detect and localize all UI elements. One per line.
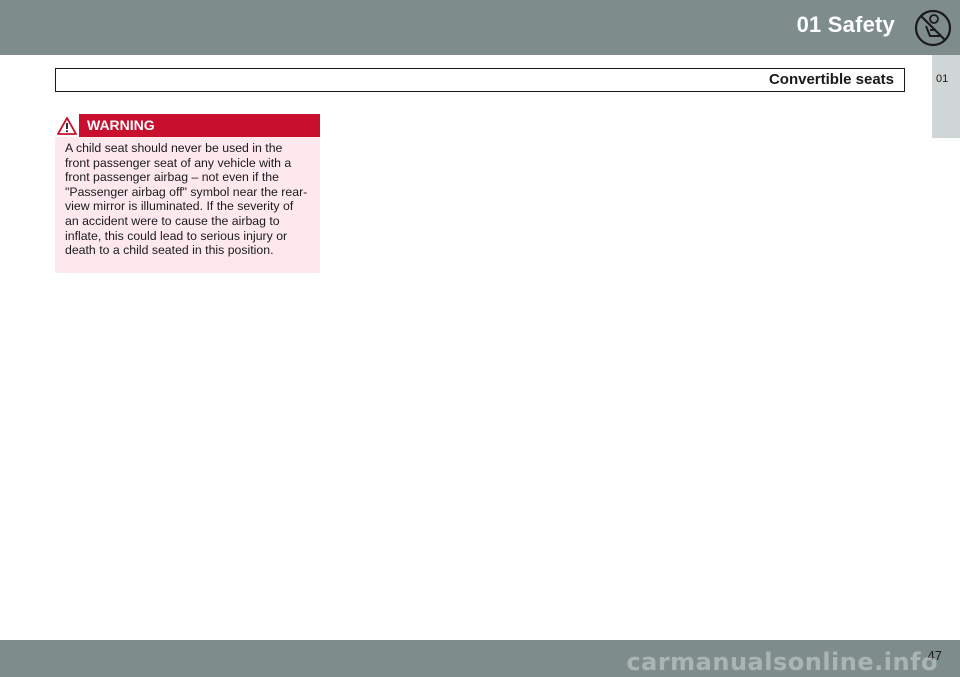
- chapter-icon-box: [905, 0, 960, 55]
- chapter-header-bar: 01 Safety: [0, 0, 905, 55]
- warning-label: WARNING: [87, 117, 155, 133]
- side-tab-label: 01: [936, 73, 949, 85]
- watermark: carmanualsonline.info: [626, 648, 938, 676]
- child-seat-airbag-icon: [914, 9, 951, 46]
- section-title: Convertible seats: [768, 71, 894, 88]
- warning-header: WARNING: [55, 114, 320, 137]
- chapter-side-tab[interactable]: [932, 55, 960, 138]
- warning-text: A child seat should never be used in the…: [65, 141, 308, 258]
- chapter-title: 01 Safety: [796, 12, 895, 37]
- section-header: Convertible seats: [55, 68, 905, 92]
- warning-box: WARNING A child seat should never be use…: [55, 114, 320, 273]
- warning-triangle-icon: [55, 114, 79, 137]
